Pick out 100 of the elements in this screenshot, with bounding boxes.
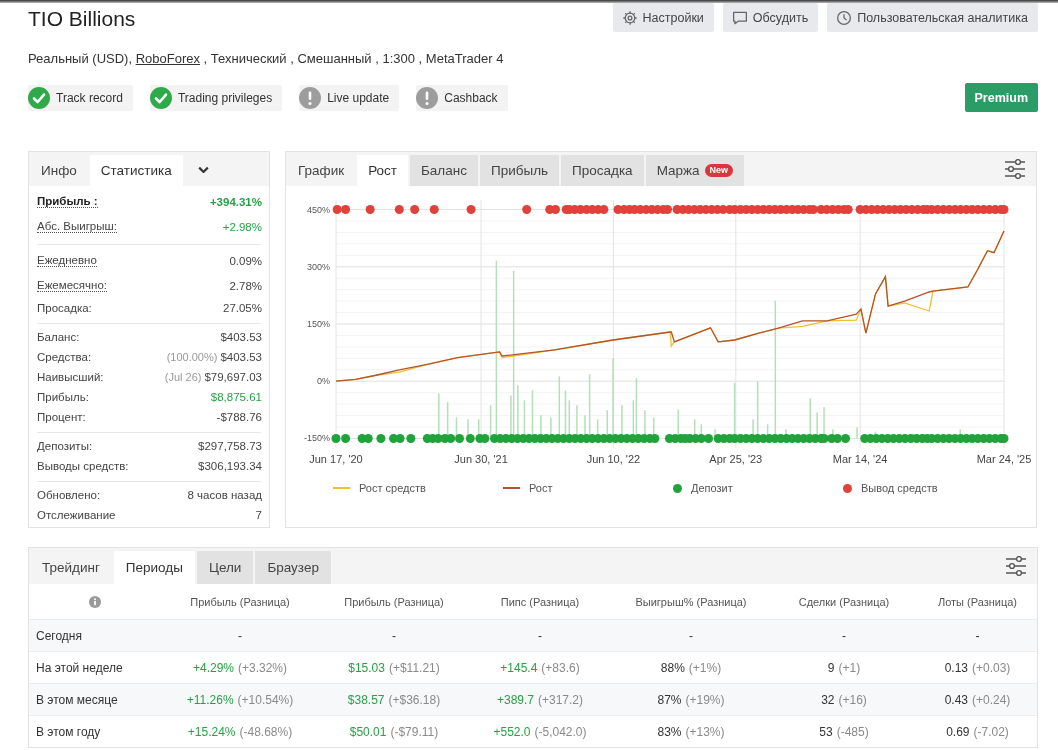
cell-value: - bbox=[538, 628, 542, 643]
column-header: Пипс (Разница) bbox=[499, 595, 581, 608]
row-label: На этой неделе bbox=[35, 660, 123, 675]
stat-value: 7 bbox=[255, 509, 262, 521]
stat-value: +2.98% bbox=[222, 220, 262, 233]
y-axis-label: 0% bbox=[317, 376, 330, 387]
x-axis-label: Jun 30, '21 bbox=[454, 453, 508, 465]
stat-label: Обновлено: bbox=[37, 489, 101, 501]
cell-difference: (+13%) bbox=[685, 724, 725, 739]
stat-label: Наивысший: bbox=[37, 371, 104, 383]
cell-difference: (+19%) bbox=[685, 692, 725, 707]
cell-difference: (-485) bbox=[836, 724, 869, 739]
y-axis-label: 450% bbox=[306, 204, 330, 215]
column-header: Прибыль (Разница) bbox=[189, 595, 291, 608]
stat-label: Депозиты: bbox=[37, 440, 93, 452]
cell-value: 9 bbox=[827, 660, 835, 675]
stat-value: -$788.76 bbox=[216, 411, 262, 423]
y-axis-label: -150% bbox=[304, 433, 330, 444]
stat-value: $297,758.73 bbox=[198, 440, 262, 452]
status-label: Trading privileges bbox=[177, 90, 273, 105]
status-label: Track record bbox=[56, 90, 123, 105]
legend-label: Депозит bbox=[691, 482, 733, 494]
cell-value: - bbox=[689, 628, 693, 643]
stat-label: Ежемесячно: bbox=[37, 279, 107, 292]
status-label: Live update bbox=[327, 90, 390, 105]
stat-label: Процент: bbox=[37, 411, 86, 423]
cell-value: $50.01 bbox=[349, 724, 387, 739]
cell-value: - bbox=[238, 628, 242, 643]
stat-label: Выводы средств: bbox=[37, 460, 129, 472]
stat-label: Средства: bbox=[37, 351, 92, 363]
y-axis-label: 300% bbox=[306, 261, 330, 272]
cell-difference: (+83.6) bbox=[541, 660, 580, 675]
x-axis-label: Jun 10, '22 bbox=[586, 453, 641, 465]
stat-note: (Jul 26) bbox=[164, 371, 202, 383]
cell-difference: (+$11.21) bbox=[388, 660, 440, 675]
x-axis-label: Mar 14, '24 bbox=[832, 453, 888, 465]
row-label: В этом году bbox=[35, 724, 101, 739]
cell-difference: (+1) bbox=[838, 660, 861, 675]
x-axis-label: Apr 25, '23 bbox=[709, 453, 763, 465]
cell-difference: (+$36.18) bbox=[388, 692, 441, 707]
new-badge: New bbox=[704, 164, 734, 177]
cell-difference: (+0.24) bbox=[972, 692, 1011, 707]
cell-value: +389.7 bbox=[496, 692, 534, 707]
page-title: TIO Billions bbox=[28, 6, 136, 32]
cell-difference: (+16) bbox=[838, 692, 867, 707]
stat-value: $403.53 bbox=[220, 351, 262, 363]
row-label: Сегодня bbox=[35, 628, 82, 643]
column-header: Выигрыш% (Разница) bbox=[634, 595, 748, 608]
cell-difference: (-5,042.0) bbox=[534, 724, 587, 739]
account-info: Реальный (USD), RoboForex , Технический , Смешанный , 1:300 , MetaTrader 4 bbox=[28, 50, 505, 68]
cell-value: $38.57 bbox=[347, 692, 385, 707]
row-label: В этом месяце bbox=[35, 692, 118, 707]
column-header: Прибыль (Разница) bbox=[343, 595, 445, 608]
stat-label: Ежедневно bbox=[37, 254, 97, 267]
x-axis-label: Mar 24, '25 bbox=[976, 453, 1032, 465]
cell-value: +11.26% bbox=[186, 692, 234, 707]
cell-value: 88% bbox=[660, 660, 685, 675]
stat-value: 2.78% bbox=[229, 279, 262, 292]
legend-label: Рост bbox=[529, 482, 553, 494]
cell-difference: (+317.2) bbox=[538, 692, 584, 707]
cell-difference: (+0.03) bbox=[972, 660, 1011, 675]
stat-value: $306,193.34 bbox=[198, 460, 262, 472]
x-axis-label: Jun 17, '20 bbox=[309, 453, 363, 465]
cell-value: 87% bbox=[657, 692, 682, 707]
cell-value: 0.69 bbox=[946, 724, 970, 739]
cell-value: - bbox=[392, 628, 396, 643]
column-header: Сделки (Разница) bbox=[797, 595, 891, 608]
cell-difference: (+10.54%) bbox=[237, 692, 294, 707]
cell-value: +145.4 bbox=[500, 660, 538, 675]
cell-difference: (+1%) bbox=[688, 660, 722, 675]
stat-note: (100.00%) bbox=[166, 351, 218, 363]
stat-value: 27.05% bbox=[223, 302, 262, 314]
cell-value: 0.43 bbox=[944, 692, 968, 707]
status-label: Cashback bbox=[444, 90, 498, 105]
column-header: Лоты (Разница) bbox=[936, 595, 1019, 608]
stat-value: $403.53 bbox=[220, 331, 262, 343]
cell-value: 0.13 bbox=[944, 660, 968, 675]
cell-value: +15.24% bbox=[187, 724, 236, 739]
stat-value: $79,697.03 bbox=[204, 371, 262, 383]
legend-label: Вывод средств bbox=[861, 482, 938, 494]
stat-label: Отслеживание bbox=[37, 509, 116, 521]
cell-value: 53 bbox=[819, 724, 833, 739]
y-axis-label: 150% bbox=[306, 319, 330, 329]
cell-difference: (+3.32%) bbox=[238, 660, 288, 675]
stat-value: 0.09% bbox=[229, 254, 262, 267]
cell-difference: (-7.02) bbox=[973, 724, 1009, 739]
legend-label: Рост средств bbox=[359, 482, 426, 494]
stat-value: 8 часов назад bbox=[187, 489, 262, 501]
stat-label: Прибыль : bbox=[37, 195, 98, 208]
stat-label: Просадка: bbox=[37, 302, 92, 314]
stat-value: $8,875.61 bbox=[210, 391, 262, 403]
cell-value: $15.03 bbox=[348, 660, 385, 675]
cell-value: +552.0 bbox=[493, 724, 531, 739]
cell-value: +4.29% bbox=[192, 660, 234, 675]
stat-label: Прибыль: bbox=[37, 391, 89, 403]
cell-value: - bbox=[975, 628, 980, 643]
cell-value: 32 bbox=[821, 692, 835, 707]
cell-value: 83% bbox=[657, 724, 682, 739]
cell-difference: (-48.68%) bbox=[239, 724, 293, 739]
cell-difference: (-$79.11) bbox=[390, 724, 439, 739]
